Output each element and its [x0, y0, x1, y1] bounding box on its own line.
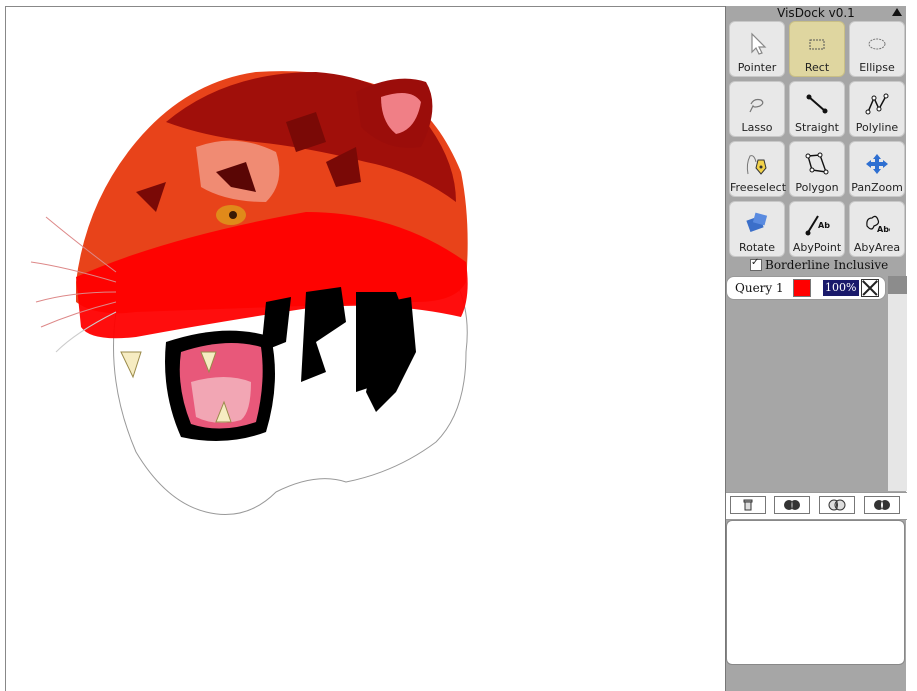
freeselect-icon	[746, 155, 767, 175]
polyline-icon	[865, 93, 889, 115]
set-op-union-button[interactable]	[819, 496, 855, 514]
svg-text:Abc: Abc	[877, 225, 890, 234]
tool-freeselect[interactable]: Freeselect	[729, 141, 787, 197]
query-opacity-field[interactable]: 100%	[823, 280, 859, 296]
tool-label: PanZoom	[851, 181, 903, 194]
tool-polyline[interactable]: Polyline	[849, 81, 905, 137]
tool-label: Pointer	[737, 61, 777, 74]
query-label: Query 1	[735, 281, 784, 295]
tool-label: Straight	[795, 121, 839, 134]
tiger-illustration	[30, 71, 468, 515]
tool-label: Lasso	[741, 121, 773, 134]
tool-straight[interactable]: Straight	[789, 81, 845, 137]
dock-title-text: VisDock v0.1	[777, 6, 855, 20]
query-scrollbar[interactable]	[888, 276, 907, 491]
intersect-icon	[784, 500, 800, 510]
dock-title: VisDock v0.1	[726, 6, 906, 20]
borderline-checkbox[interactable]	[750, 257, 762, 271]
rect-icon	[809, 39, 825, 50]
borderline-inclusive-option[interactable]: Borderline Inclusive	[750, 257, 889, 272]
collapse-icon[interactable]	[892, 8, 902, 16]
tool-abyarea[interactable]: Abc AbyArea	[849, 201, 905, 257]
straight-icon	[806, 94, 828, 114]
svg-text:Abc: Abc	[818, 221, 830, 230]
tool-ellipse[interactable]: Ellipse	[849, 21, 905, 77]
query-delete-icon[interactable]	[861, 279, 879, 297]
info-box	[726, 520, 905, 665]
panzoom-icon	[866, 154, 888, 174]
abypoint-icon: Abc	[805, 215, 830, 236]
set-op-xor-button[interactable]	[864, 496, 900, 514]
pointer-icon	[751, 32, 767, 55]
visualization-canvas[interactable]	[5, 6, 725, 691]
tool-label: AbyArea	[853, 241, 901, 254]
tool-panzoom[interactable]: PanZoom	[849, 141, 905, 197]
scroll-thumb[interactable]	[888, 276, 907, 294]
rotate-icon	[746, 212, 768, 233]
polygon-icon	[805, 152, 829, 175]
set-operations-bar	[726, 492, 907, 520]
query-item[interactable]: Query 1 100%	[726, 276, 886, 300]
set-op-delete-button[interactable]	[730, 496, 766, 514]
query-list: Query 1 100%	[726, 276, 888, 491]
abyarea-icon: Abc	[866, 215, 890, 234]
tool-abypoint[interactable]: Abc AbyPoint	[789, 201, 845, 257]
xor-icon	[874, 500, 890, 510]
tool-rotate[interactable]: Rotate	[729, 201, 785, 257]
borderline-label: Borderline Inclusive	[765, 258, 889, 272]
set-op-intersect-button[interactable]	[774, 496, 810, 514]
tool-polygon[interactable]: Polygon	[789, 141, 845, 197]
union-icon	[828, 499, 846, 511]
tool-label: Polyline	[855, 121, 899, 134]
tool-label: Rect	[804, 61, 830, 74]
scroll-track[interactable]	[888, 294, 907, 491]
tool-label: Freeselect	[730, 181, 787, 194]
ellipse-icon	[868, 38, 886, 50]
visdock-panel: VisDock v0.1 Pointer Rect Ellipse Lasso …	[725, 6, 907, 691]
query-color-swatch[interactable]	[793, 279, 811, 297]
tool-label: AbyPoint	[792, 241, 842, 254]
tool-pointer[interactable]: Pointer	[729, 21, 785, 77]
lasso-icon	[749, 98, 764, 113]
tool-label: Ellipse	[859, 61, 895, 74]
tool-label: Polygon	[795, 181, 839, 194]
tool-rect[interactable]: Rect	[789, 21, 845, 77]
trash-icon	[743, 499, 753, 511]
tool-label: Rotate	[738, 241, 775, 254]
tool-lasso[interactable]: Lasso	[729, 81, 785, 137]
